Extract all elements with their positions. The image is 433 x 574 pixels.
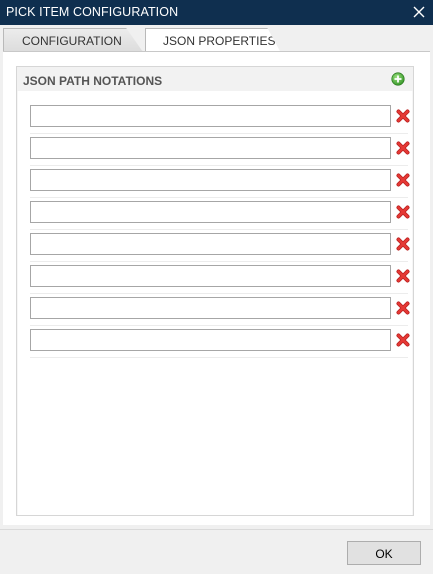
title-bar: PICK ITEM CONFIGURATION [0,0,433,25]
json-path-input[interactable] [30,105,391,127]
json-path-input[interactable] [30,201,391,223]
panel-header: JSON PATH NOTATIONS [17,67,413,91]
delete-icon[interactable] [396,269,410,283]
delete-icon[interactable] [396,173,410,187]
close-icon[interactable] [411,4,427,20]
json-path-input[interactable] [30,233,391,255]
footer-divider [0,529,433,530]
json-path-input[interactable] [30,265,391,287]
delete-icon[interactable] [396,205,410,219]
delete-icon[interactable] [396,301,410,315]
json-path-row [30,101,410,134]
tab-strip: CONFIGURATION JSON PROPERTIES [0,25,433,53]
json-path-row [30,261,410,294]
delete-icon[interactable] [396,141,410,155]
json-path-input[interactable] [30,297,391,319]
tab-content: JSON PATH NOTATIONS [3,51,430,525]
json-path-input[interactable] [30,169,391,191]
json-path-list [18,91,412,515]
delete-icon[interactable] [396,333,410,347]
json-path-row [30,133,410,166]
json-path-row [30,325,410,358]
delete-icon[interactable] [396,109,410,123]
window-title: PICK ITEM CONFIGURATION [6,5,179,19]
tab-configuration[interactable]: CONFIGURATION [3,28,143,52]
json-path-row [30,165,410,198]
delete-icon[interactable] [396,237,410,251]
json-path-row [30,229,410,262]
tab-configuration-label: CONFIGURATION [22,34,122,48]
json-path-input[interactable] [30,329,391,351]
json-path-input[interactable] [30,137,391,159]
json-path-row [30,293,410,326]
json-path-row [30,197,410,230]
json-path-panel: JSON PATH NOTATIONS [16,66,414,516]
tab-json-properties-label: JSON PROPERTIES [163,34,276,48]
tab-json-properties[interactable]: JSON PROPERTIES [145,28,281,53]
ok-button[interactable]: OK [347,541,421,565]
panel-title: JSON PATH NOTATIONS [23,74,163,88]
add-icon[interactable] [391,72,405,86]
